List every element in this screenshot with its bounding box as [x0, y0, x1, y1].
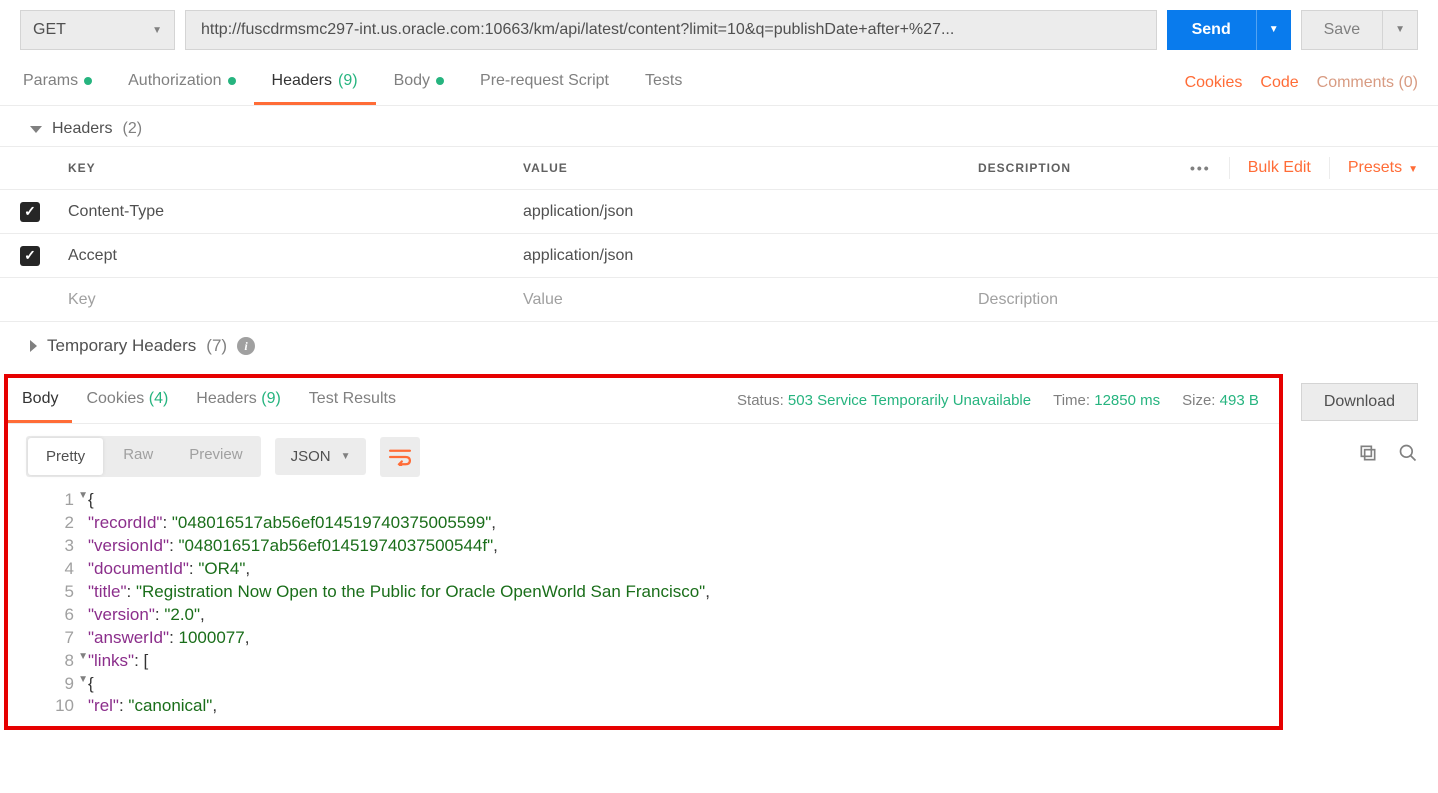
response-meta: Status: 503 Service Temporarily Unavaila… [737, 392, 1259, 409]
response-side: Download [1287, 370, 1438, 482]
header-row: ✓ Accept application/json [0, 234, 1438, 278]
chevron-down-icon: ▼ [341, 451, 351, 462]
format-select[interactable]: JSON ▼ [275, 438, 367, 475]
info-icon[interactable]: i [237, 337, 255, 355]
header-value[interactable]: application/json [515, 203, 970, 221]
header-description-input[interactable]: Description [970, 291, 1438, 309]
header-row-new: ✓ Key Value Description [0, 278, 1438, 322]
code-line: 3"versionId": "048016517ab56ef0145197403… [8, 535, 1279, 558]
fold-icon[interactable]: ▼ [78, 673, 88, 687]
view-preview[interactable]: Preview [171, 436, 260, 477]
response-body: 1▼{2"recordId": "048016517ab56ef01451974… [8, 489, 1279, 726]
header-key[interactable]: Content-Type [60, 203, 515, 221]
header-row: ✓ Content-Type application/json [0, 190, 1438, 234]
code-link[interactable]: Code [1260, 74, 1298, 92]
tab-params[interactable]: Params [5, 60, 110, 105]
response-tab-headers[interactable]: Headers (9) [182, 378, 295, 423]
response-tab-cookies[interactable]: Cookies (4) [72, 378, 182, 423]
col-description: DESCRIPTION [970, 161, 1190, 175]
header-value[interactable]: application/json [515, 247, 970, 265]
wrap-icon [389, 448, 411, 466]
request-links: Cookies Code Comments (0) [1185, 74, 1433, 92]
wrap-lines-button[interactable] [380, 437, 420, 477]
response-view-bar: Pretty Raw Preview JSON ▼ [8, 424, 1279, 489]
response-area: Body Cookies (4) Headers (9) Test Result… [0, 370, 1438, 730]
chevron-right-icon [30, 340, 37, 352]
response-tab-tests[interactable]: Test Results [295, 378, 410, 423]
time-label: Time: [1053, 392, 1090, 409]
code-line: 1▼{ [8, 489, 1279, 512]
method-label: GET [33, 21, 66, 39]
tab-pre-request[interactable]: Pre-request Script [462, 60, 627, 105]
tab-body[interactable]: Body [376, 60, 462, 105]
header-key-input[interactable]: Key [60, 291, 515, 309]
view-raw[interactable]: Raw [105, 436, 171, 477]
headers-count: (2) [122, 120, 142, 138]
view-pretty[interactable]: Pretty [28, 438, 103, 475]
time-value: 12850 ms [1094, 392, 1160, 409]
headers-toggle[interactable]: Headers (2) [30, 120, 1418, 138]
status-label: Status: [737, 392, 784, 409]
cookies-link[interactable]: Cookies [1185, 74, 1243, 92]
size-label: Size: [1182, 392, 1215, 409]
bulk-edit-link[interactable]: Bulk Edit [1248, 159, 1311, 177]
chevron-down-icon: ▼ [152, 25, 162, 36]
search-icon[interactable] [1398, 443, 1418, 463]
send-dropdown-icon[interactable]: ▼ [1257, 10, 1291, 50]
headers-table-head: KEY VALUE DESCRIPTION ••• Bulk Edit Pres… [0, 146, 1438, 190]
tab-tests[interactable]: Tests [627, 60, 700, 105]
col-key: KEY [60, 161, 515, 175]
method-select[interactable]: GET ▼ [20, 10, 175, 50]
temporary-headers-count: (7) [206, 336, 227, 356]
col-value: VALUE [515, 161, 970, 175]
more-options-icon[interactable]: ••• [1190, 160, 1211, 176]
headers-title: Headers [52, 120, 112, 138]
save-button[interactable]: Save ▼ [1301, 10, 1418, 50]
code-line: 7"answerId": 1000077, [8, 627, 1279, 650]
code-line: 2"recordId": "048016517ab56ef01451974037… [8, 512, 1279, 535]
code-line: 8▼"links": [ [8, 650, 1279, 673]
url-input[interactable]: http://fuscdrmsmc297-int.us.oracle.com:1… [185, 10, 1157, 50]
code-line: 10"rel": "canonical", [8, 695, 1279, 718]
status-value: 503 Service Temporarily Unavailable [788, 392, 1031, 409]
highlight-annotation: Body Cookies (4) Headers (9) Test Result… [4, 374, 1283, 730]
chevron-down-icon: ▼ [1408, 164, 1418, 175]
dot-icon [228, 77, 236, 85]
headers-section: Headers (2) [0, 106, 1438, 146]
response-tab-body[interactable]: Body [8, 378, 72, 423]
code-line: 6"version": "2.0", [8, 604, 1279, 627]
send-button[interactable]: Send ▼ [1167, 10, 1291, 50]
size-value: 493 B [1220, 392, 1259, 409]
code-line: 9▼{ [8, 673, 1279, 696]
save-button-label: Save [1302, 11, 1383, 49]
view-mode-segment: Pretty Raw Preview [26, 436, 261, 477]
download-button[interactable]: Download [1301, 383, 1418, 421]
header-value-input[interactable]: Value [515, 291, 970, 309]
checkbox[interactable]: ✓ [20, 246, 40, 266]
copy-icon[interactable] [1358, 443, 1378, 463]
temporary-headers-toggle[interactable]: Temporary Headers (7) i [0, 322, 1438, 370]
checkbox[interactable]: ✓ [20, 202, 40, 222]
dot-icon [84, 77, 92, 85]
comments-link[interactable]: Comments (0) [1317, 74, 1418, 92]
request-tabs: Params Authorization Headers(9) Body Pre… [0, 60, 1438, 106]
tab-headers[interactable]: Headers(9) [254, 60, 376, 105]
header-key[interactable]: Accept [60, 247, 515, 265]
presets-link[interactable]: Presets▼ [1348, 159, 1418, 177]
fold-icon[interactable]: ▼ [78, 650, 88, 664]
code-line: 5"title": "Registration Now Open to the … [8, 581, 1279, 604]
tab-authorization[interactable]: Authorization [110, 60, 253, 105]
temporary-headers-title: Temporary Headers [47, 336, 196, 356]
code-line: 4"documentId": "OR4", [8, 558, 1279, 581]
dot-icon [436, 77, 444, 85]
response-top-bar: Body Cookies (4) Headers (9) Test Result… [8, 378, 1279, 424]
send-button-label: Send [1167, 10, 1257, 50]
fold-icon[interactable]: ▼ [78, 489, 88, 503]
request-bar: GET ▼ http://fuscdrmsmc297-int.us.oracle… [0, 0, 1438, 60]
chevron-down-icon [30, 126, 42, 133]
save-dropdown-icon[interactable]: ▼ [1383, 11, 1417, 49]
